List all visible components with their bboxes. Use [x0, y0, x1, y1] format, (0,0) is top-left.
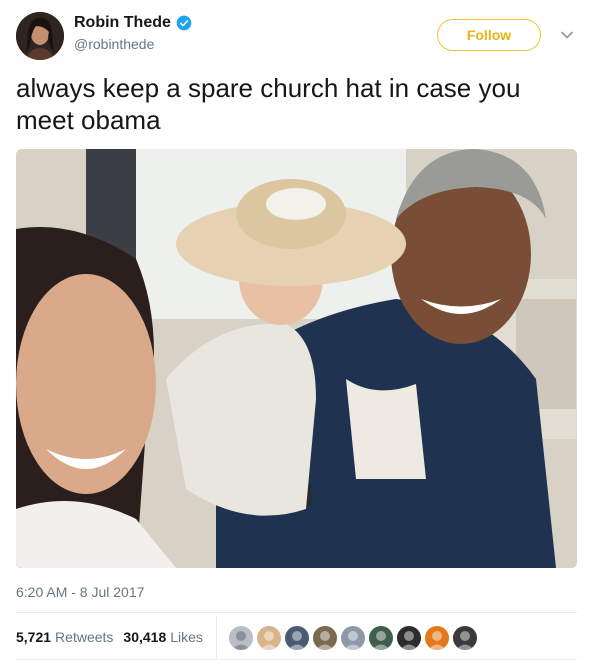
liker-avatar[interactable]	[369, 626, 393, 650]
liker-avatar[interactable]	[453, 626, 477, 650]
retweets-count: 5,721	[16, 629, 52, 645]
user-avatar-icon	[341, 626, 365, 650]
verified-badge-icon	[176, 15, 192, 31]
tweet-photo[interactable]	[16, 149, 577, 568]
tweet-text: always keep a spare church hat in case y…	[16, 73, 521, 135]
liker-avatar[interactable]	[425, 626, 449, 650]
user-avatar-icon	[369, 626, 393, 650]
default-avatar-icon	[229, 626, 253, 650]
user-avatar-icon	[425, 626, 449, 650]
liker-avatar[interactable]	[257, 626, 281, 650]
follow-button[interactable]: Follow	[437, 19, 541, 51]
user-avatar-icon	[397, 626, 421, 650]
chevron-down-icon[interactable]	[560, 28, 574, 42]
engagement-stats: 5,721 Retweets 30,418 Likes	[16, 629, 203, 645]
stats-separator	[216, 616, 217, 658]
author-name-row: Robin Thede	[74, 14, 192, 32]
divider-top	[16, 612, 577, 613]
photo-icon	[16, 149, 577, 568]
retweets-label: Retweets	[55, 629, 114, 645]
retweets-stat[interactable]: 5,721 Retweets	[16, 629, 113, 645]
liker-avatar[interactable]	[285, 626, 309, 650]
likes-count: 30,418	[123, 629, 167, 645]
user-avatar-icon	[285, 626, 309, 650]
profile-photo-icon	[16, 12, 64, 60]
likes-label: Likes	[170, 629, 203, 645]
author-avatar[interactable]	[16, 12, 64, 60]
liker-avatar[interactable]	[229, 626, 253, 650]
liker-avatar[interactable]	[313, 626, 337, 650]
liker-avatars	[229, 626, 477, 650]
user-avatar-icon	[453, 626, 477, 650]
tweet-timestamp[interactable]: 6:20 AM - 8 Jul 2017	[16, 584, 144, 600]
user-avatar-icon	[313, 626, 337, 650]
liker-avatar[interactable]	[341, 626, 365, 650]
author-handle[interactable]: @robinthede	[74, 36, 154, 52]
likes-stat[interactable]: 30,418 Likes	[123, 629, 203, 645]
liker-avatar[interactable]	[397, 626, 421, 650]
author-display-name[interactable]: Robin Thede	[74, 14, 171, 32]
user-avatar-icon	[257, 626, 281, 650]
